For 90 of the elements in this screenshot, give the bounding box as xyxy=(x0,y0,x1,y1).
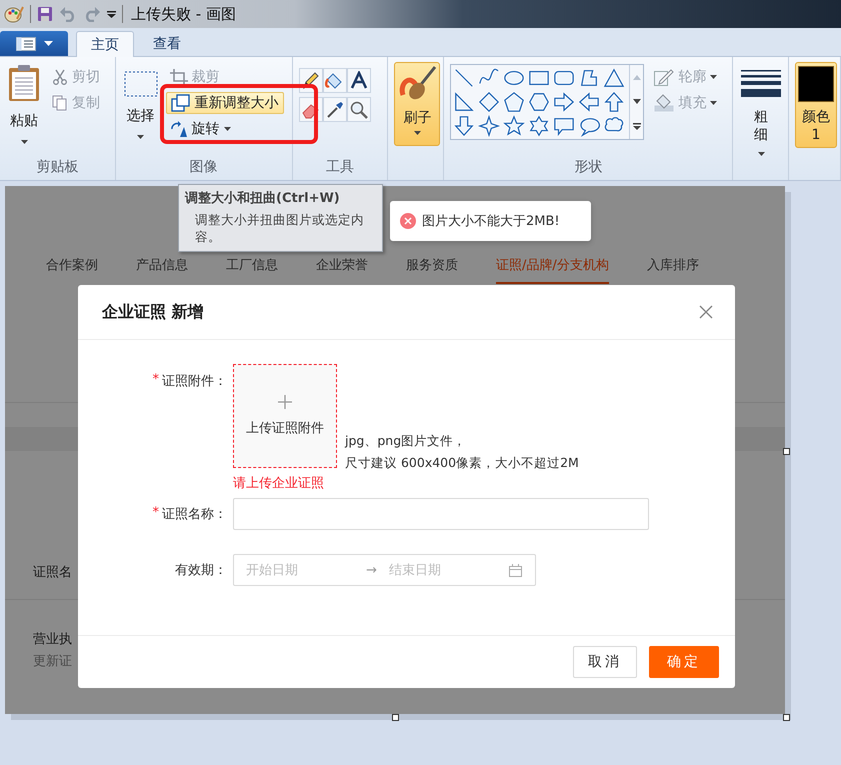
text-field[interactable] xyxy=(233,498,649,530)
nav-tab[interactable]: 合作案例 xyxy=(46,256,98,284)
ribbon-button[interactable]: 粗细 xyxy=(739,62,784,159)
file-menu-button[interactable] xyxy=(0,31,68,56)
field-label: 证照名称： xyxy=(162,506,227,523)
dialog-title: 企业证照 新增 xyxy=(102,302,204,322)
error-icon xyxy=(400,213,416,229)
ribbon-tab[interactable]: 主页 xyxy=(76,31,134,57)
hexagon-icon[interactable] xyxy=(528,91,550,113)
error-message: 请上传企业证照 xyxy=(233,475,325,493)
caret-icon xyxy=(414,131,421,135)
group-label: 图像 xyxy=(188,158,219,177)
left-arrow-icon[interactable] xyxy=(578,91,600,113)
caret-icon xyxy=(710,75,718,79)
caret-icon xyxy=(137,135,144,139)
clipboard-icon xyxy=(8,64,40,102)
bucket-fill-icon xyxy=(654,94,674,112)
text-icon[interactable] xyxy=(348,70,369,90)
diamond-icon[interactable] xyxy=(478,91,500,113)
hint-text: jpg、png图片文件， xyxy=(345,432,468,450)
close-icon[interactable] xyxy=(699,305,713,319)
scissors-icon xyxy=(52,69,68,85)
document-icon xyxy=(16,36,36,50)
five-point-star-icon[interactable] xyxy=(503,115,526,137)
right-arrow-icon[interactable] xyxy=(553,91,576,113)
resize-handle[interactable] xyxy=(392,714,399,721)
resize-handle[interactable] xyxy=(783,714,790,721)
ribbon-button[interactable]: 旋转 xyxy=(166,118,284,140)
row-title: 营业执 xyxy=(33,631,72,648)
caret-icon xyxy=(44,41,52,46)
palette-icon[interactable] xyxy=(4,5,24,23)
upload-box[interactable]: 上传证照附件 xyxy=(233,364,337,468)
required-mark: * xyxy=(152,372,159,387)
ribbon-button[interactable]: 刷子 xyxy=(394,62,440,146)
rotate-icon xyxy=(170,121,188,137)
scroll-down-icon[interactable] xyxy=(632,98,641,104)
cancel-button[interactable]: 取消 xyxy=(573,646,637,678)
up-arrow-icon[interactable] xyxy=(603,91,626,113)
color-button[interactable]: 颜色 1 xyxy=(795,62,838,148)
tooltip-title: 调整大小和扭曲(Ctrl+W) xyxy=(185,190,341,208)
resize-icon xyxy=(170,94,191,112)
selection-icon xyxy=(124,71,158,97)
triangle-icon[interactable] xyxy=(603,67,626,89)
ribbon-tab[interactable]: 查看 xyxy=(138,31,196,56)
plus-icon xyxy=(278,395,292,409)
nav-tab[interactable]: 产品信息 xyxy=(136,256,188,284)
calendar-icon xyxy=(508,564,522,576)
field-label: 证照附件： xyxy=(162,373,227,390)
six-point-star-icon[interactable] xyxy=(528,115,550,137)
caret-icon xyxy=(20,140,28,144)
pencil-icon[interactable] xyxy=(300,70,321,90)
required-mark: * xyxy=(152,505,159,520)
ribbon-button[interactable]: 重新调整大小 xyxy=(166,92,284,114)
save-icon[interactable] xyxy=(37,6,53,22)
line-width-icon xyxy=(741,70,782,100)
row-subtitle: 更新证 xyxy=(33,653,72,670)
caret-icon xyxy=(710,101,718,105)
window-title: 上传失败 - 画图 xyxy=(131,4,236,24)
nav-tab[interactable]: 企业荣誉 xyxy=(316,256,368,284)
line-icon[interactable] xyxy=(453,67,476,89)
nav-tab[interactable]: 入库排序 xyxy=(646,256,699,284)
oval-callout-icon[interactable] xyxy=(578,115,600,137)
caret-icon xyxy=(758,152,765,156)
right-triangle-icon[interactable] xyxy=(453,91,476,113)
pentagon-icon[interactable] xyxy=(503,91,526,113)
copy-icon xyxy=(52,95,68,111)
nav-tab[interactable]: 服务资质 xyxy=(406,256,458,284)
confirm-button[interactable]: 确定 xyxy=(649,646,719,678)
tooltip-text: 调整大小并扭曲图片或选定内容。 xyxy=(194,211,365,245)
customize-caret-icon[interactable] xyxy=(107,10,116,18)
crop-icon xyxy=(170,69,188,85)
date-range-field[interactable]: 开始日期 → 结束日期 xyxy=(233,554,536,586)
rectangular-callout-icon[interactable] xyxy=(553,115,576,137)
group-label: 剪贴板 xyxy=(35,158,80,177)
eyedropper-icon[interactable] xyxy=(324,100,345,120)
resize-handle[interactable] xyxy=(783,448,790,455)
four-point-star-icon[interactable] xyxy=(478,115,500,137)
row-title: 证照名 xyxy=(33,564,72,581)
ribbon-button[interactable]: 粘贴 xyxy=(6,62,42,158)
ribbon-button[interactable]: 选择 xyxy=(122,62,160,158)
pencil-outline-icon xyxy=(654,68,674,86)
group-label: 形状 xyxy=(573,158,604,177)
hint-text: 尺寸建议 600x400像素，大小不超过2M xyxy=(345,454,579,472)
field-label: 有效期： xyxy=(175,562,227,579)
nav-tab[interactable]: 工厂信息 xyxy=(226,256,278,284)
expand-gallery-icon[interactable] xyxy=(632,122,641,130)
down-arrow-icon[interactable] xyxy=(453,115,476,137)
magnifier-icon[interactable] xyxy=(348,100,369,120)
toast-message: 图片大小不能大于2MB! xyxy=(422,213,560,230)
group-label: 工具 xyxy=(325,158,356,177)
